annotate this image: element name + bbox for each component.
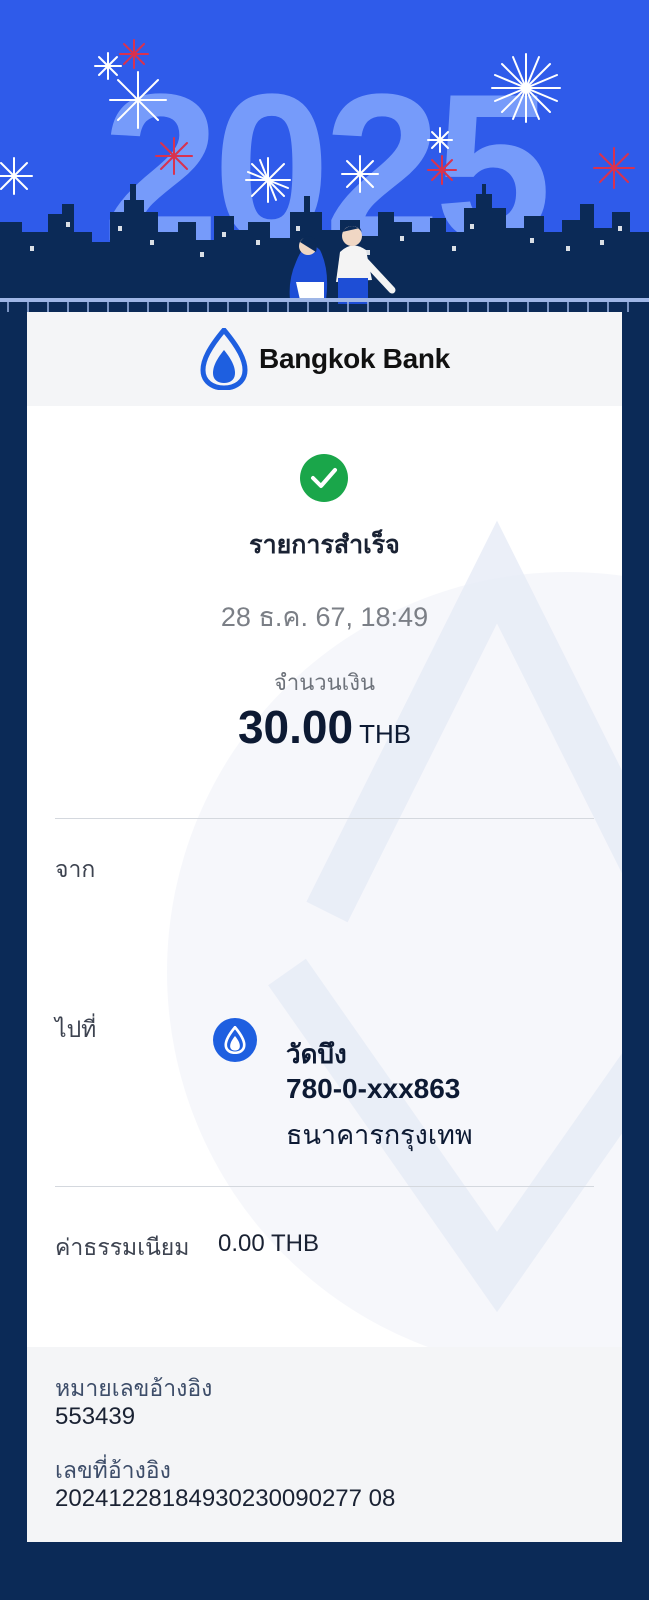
divider <box>55 818 594 819</box>
ref-id: 20241228184930230090277 08 <box>55 1485 396 1512</box>
brand-header: Bangkok Bank <box>27 312 622 406</box>
amount-label: จำนวนเงิน <box>274 670 375 695</box>
to-label: ไปที่ <box>55 1016 97 1042</box>
success-check-icon <box>300 454 348 502</box>
from-label: จาก <box>55 856 96 882</box>
receipt-card: Bangkok Bank รายการสำเร็จ 28 ธ.ค. 67, 18… <box>27 312 622 1542</box>
recipient-bank: ธนาคารกรุงเทพ <box>286 1120 473 1150</box>
receipt-page: 2025 Bangkok Bank รายการสำเร็จ 28 ธ.ค. 6… <box>0 0 649 1600</box>
transaction-datetime: 28 ธ.ค. 67, 18:49 <box>220 602 429 632</box>
banner-illustration: 2025 <box>0 0 649 312</box>
recipient-name: วัดบึง <box>286 1039 347 1069</box>
new-year-banner: 2025 <box>0 0 649 312</box>
bangkok-bank-lotus-icon <box>200 328 248 390</box>
reference-section: หมายเลขอ้างอิง 553439 เลขที่อ้างอิง 2024… <box>27 1347 622 1542</box>
divider <box>55 1186 594 1187</box>
amount: 30.00 THB <box>27 700 622 754</box>
recipient-account: 780-0-xxx863 <box>286 1073 461 1104</box>
ref-id-label: เลขที่อ้างอิง <box>55 1457 171 1483</box>
recipient-bank-icon <box>213 1018 257 1062</box>
fee-label: ค่าธรรมเนียม <box>55 1234 190 1260</box>
amount-currency: THB <box>359 719 412 749</box>
ref-number-label: หมายเลขอ้างอิง <box>55 1375 213 1401</box>
status-title: รายการสำเร็จ <box>249 531 400 559</box>
amount-value: 30.00 <box>237 701 354 753</box>
brand-name: Bangkok Bank <box>259 343 450 374</box>
ref-number: 553439 <box>55 1403 136 1430</box>
fee-value: 0.00 THB <box>218 1230 319 1257</box>
